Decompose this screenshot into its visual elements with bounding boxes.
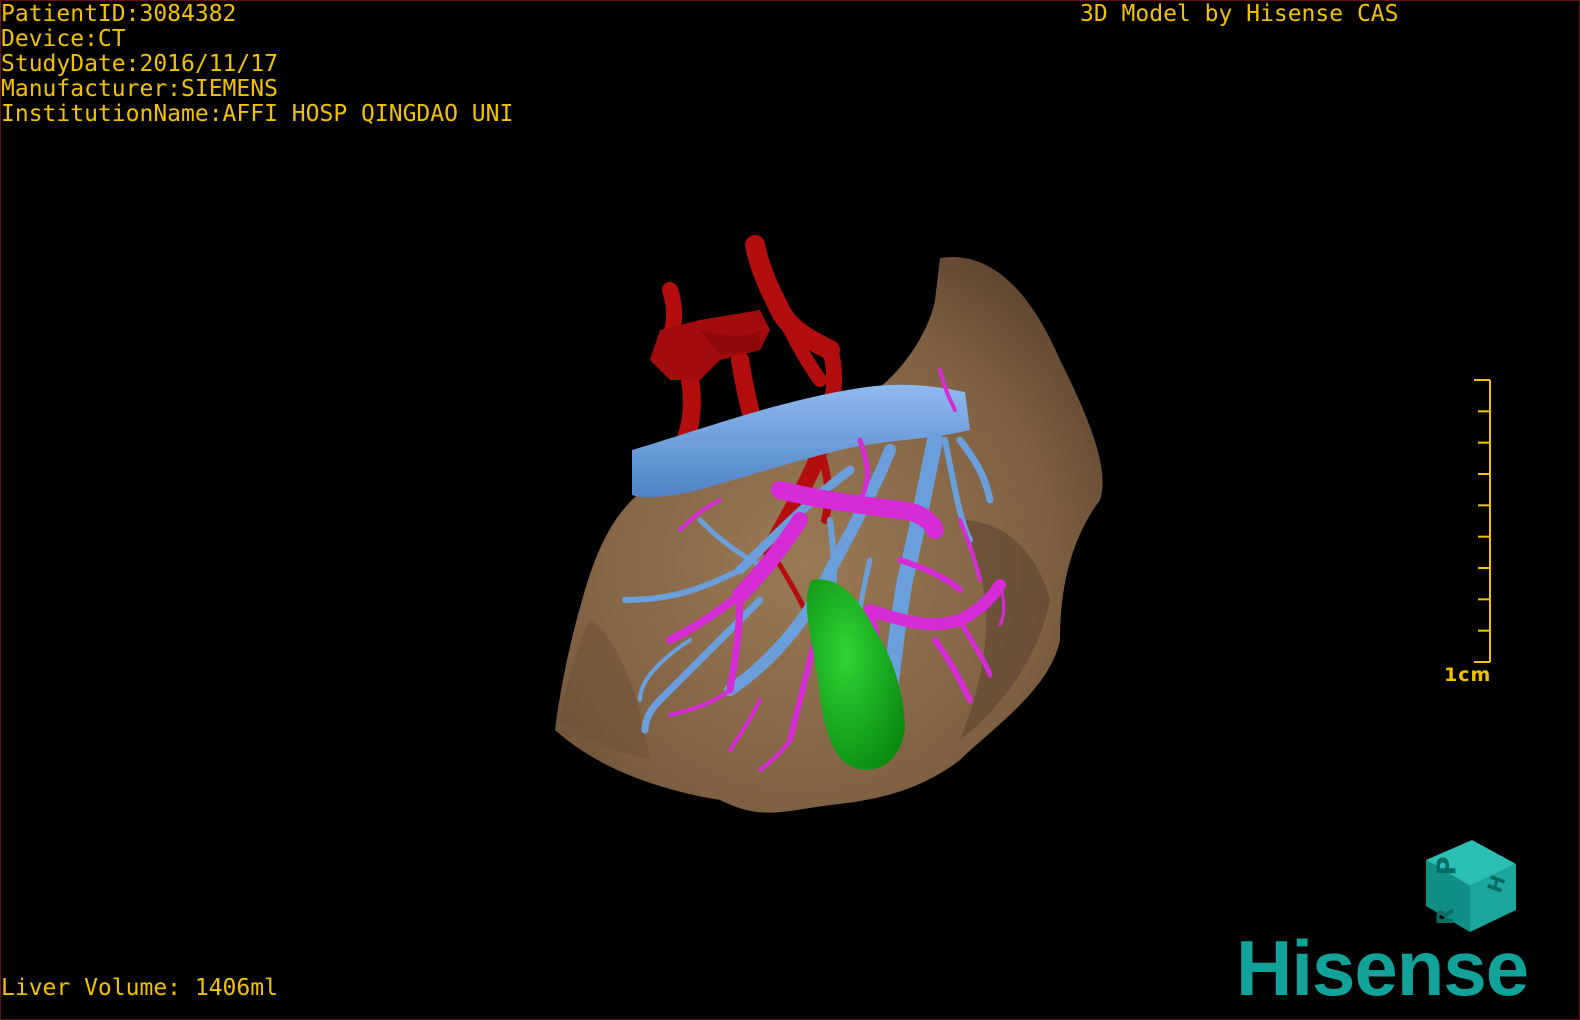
brand-logo: Hisense	[1236, 924, 1529, 1012]
device: Device:CT	[1, 26, 126, 52]
cube-letter-p: P	[1432, 856, 1463, 876]
cube-letter-r: R	[1433, 908, 1459, 925]
institution-name: InstitutionName:AFFI HOSP QINGDAO UNI	[1, 101, 514, 127]
study-date: StudyDate:2016/11/17	[1, 51, 278, 77]
liver-volume: Liver Volume: 1406ml	[1, 975, 278, 1001]
model-viewport[interactable]	[0, 0, 1580, 1020]
scale-bar-label: 1cm	[1444, 664, 1492, 686]
manufacturer: Manufacturer:SIEMENS	[1, 76, 278, 102]
patient-id: PatientID:3084382	[1, 1, 237, 27]
patient-info: PatientID:3084382 Device:CT StudyDate:20…	[1, 2, 513, 127]
model-credit: 3D Model by Hisense CAS	[1080, 1, 1399, 27]
scale-bar	[1474, 379, 1491, 663]
